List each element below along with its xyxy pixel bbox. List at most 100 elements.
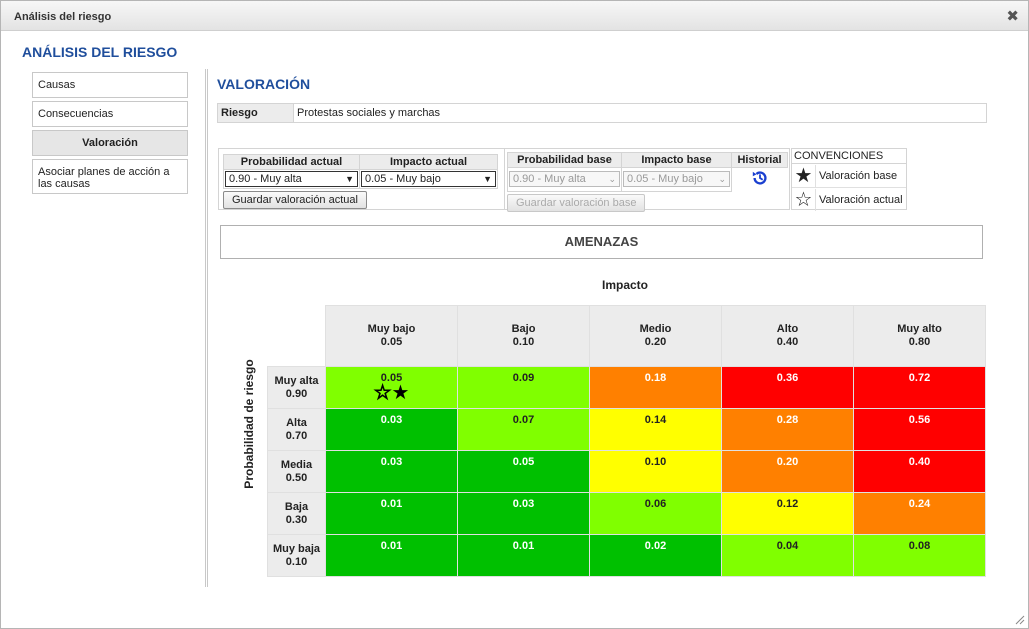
matrix-cell: 0.40 bbox=[853, 450, 986, 493]
probability-row-header: Muy baja 0.10 bbox=[267, 534, 326, 577]
matrix-cell: 0.06 bbox=[589, 492, 722, 535]
matrix-cell: 0.03 bbox=[325, 408, 458, 451]
risk-value: Protestas sociales y marchas bbox=[297, 107, 441, 119]
matrix-cell-value: 0.72 bbox=[908, 372, 931, 384]
probability-row-value: 0.30 bbox=[285, 513, 308, 526]
probability-row-name: Muy baja bbox=[272, 542, 321, 555]
sidebar-item-consecuencias[interactable]: Consecuencias bbox=[32, 101, 188, 127]
matrix-cell: 0.24 bbox=[853, 492, 986, 535]
matrix-cell-value: 0.18 bbox=[644, 372, 667, 384]
matrix-cell: 0.04 bbox=[721, 534, 854, 577]
analysis-window: Análisis del riesgo ✖ ANÁLISIS DEL RIESG… bbox=[0, 0, 1029, 629]
valuation-markers: ☆★ bbox=[327, 382, 456, 404]
matrix-cell: 0.18 bbox=[589, 366, 722, 409]
matrix-cell-value: 0.03 bbox=[380, 414, 403, 426]
risk-label: Riesgo bbox=[218, 104, 294, 122]
matrix-cell: 0.10 bbox=[589, 450, 722, 493]
matrix-row: Muy baja 0.10 0.01 0.01 0.02 0.04 0.08 bbox=[267, 534, 986, 577]
matrix-cell: 0.02 bbox=[589, 534, 722, 577]
star-filled-icon: ★ bbox=[792, 164, 816, 187]
conventions-box: CONVENCIONES ★ Valoración base ☆ Valorac… bbox=[791, 148, 907, 211]
current-probability-header: Probabilidad actual bbox=[223, 154, 360, 170]
impact-column-header: Medio 0.20 bbox=[589, 305, 722, 367]
close-icon[interactable]: ✖ bbox=[1006, 7, 1019, 25]
chevron-down-icon: ⌄ bbox=[718, 173, 726, 184]
matrix-cell: 0.28 bbox=[721, 408, 854, 451]
matrix-cell-value: 0.20 bbox=[776, 456, 799, 468]
save-current-valuation-button[interactable]: Guardar valoración actual bbox=[223, 191, 367, 209]
probability-row-header: Muy alta 0.90 bbox=[267, 366, 326, 409]
star-filled-icon: ★ bbox=[391, 382, 410, 404]
matrix-cell-value: 0.36 bbox=[776, 372, 799, 384]
impact-column-header: Bajo 0.10 bbox=[457, 305, 590, 367]
matrix-cell: 0.56 bbox=[853, 408, 986, 451]
chevron-down-icon: ▼ bbox=[483, 174, 492, 184]
current-probability-value: 0.90 - Muy alta bbox=[229, 173, 302, 185]
probability-row-value: 0.70 bbox=[285, 429, 308, 442]
impact-column-value: 0.80 bbox=[908, 336, 931, 348]
resize-handle-icon[interactable] bbox=[1015, 615, 1025, 625]
matrix-cell: 0.08 bbox=[853, 534, 986, 577]
history-icon[interactable] bbox=[751, 169, 769, 190]
sidebar-item-planes-accion[interactable]: Asociar planes de acción a las causas bbox=[32, 159, 188, 194]
matrix-cell: 0.05 bbox=[457, 450, 590, 493]
impact-column-header: Muy alto 0.80 bbox=[853, 305, 986, 367]
current-probability-select[interactable]: 0.90 - Muy alta ▼ bbox=[225, 171, 358, 187]
matrix-cell: 0.14 bbox=[589, 408, 722, 451]
matrix-cell: 0.07 bbox=[457, 408, 590, 451]
page-title: ANÁLISIS DEL RIESGO bbox=[22, 44, 178, 60]
impact-column-header: Muy bajo 0.05 bbox=[325, 305, 458, 367]
matrix-cell-value: 0.14 bbox=[644, 414, 667, 426]
matrix-cell-value: 0.04 bbox=[776, 540, 799, 552]
matrix-cell-value: 0.10 bbox=[644, 456, 667, 468]
matrix-cell: 0.05 ☆★ bbox=[325, 366, 458, 409]
matrix-cell-value: 0.28 bbox=[776, 414, 799, 426]
matrix-cell: 0.09 bbox=[457, 366, 590, 409]
star-outline-icon: ☆ bbox=[792, 189, 816, 211]
risk-row: Riesgo Protestas sociales y marchas bbox=[217, 103, 987, 123]
current-impact-select[interactable]: 0.05 - Muy bajo ▼ bbox=[361, 171, 496, 187]
history-header: Historial bbox=[731, 152, 788, 168]
probability-row-name: Muy alta bbox=[274, 374, 319, 387]
probability-row-name: Alta bbox=[286, 416, 307, 429]
matrix-row: Alta 0.70 0.03 0.07 0.14 0.28 0.56 bbox=[267, 408, 986, 451]
impact-column-value: 0.05 bbox=[380, 336, 403, 348]
impact-column-value: 0.20 bbox=[644, 336, 667, 348]
current-valuation-group: Probabilidad actual Impacto actual 0.90 … bbox=[223, 154, 498, 209]
probability-row-value: 0.90 bbox=[285, 387, 308, 400]
matrix-cell-value: 0.07 bbox=[512, 414, 535, 426]
matrix-row: Muy alta 0.90 0.05 ☆★ 0.09 0.18 0.36 0.72 bbox=[267, 366, 986, 409]
matrix-cell: 0.72 bbox=[853, 366, 986, 409]
matrix-cell: 0.03 bbox=[325, 450, 458, 493]
impact-axis-title: Impacto bbox=[602, 278, 649, 292]
window-titlebar[interactable]: Análisis del riesgo ✖ bbox=[1, 1, 1028, 31]
probability-row-name: Baja bbox=[284, 500, 309, 513]
matrix-row: Media 0.50 0.03 0.05 0.10 0.20 0.40 bbox=[267, 450, 986, 493]
probability-row-value: 0.50 bbox=[285, 471, 308, 484]
base-impact-select: 0.05 - Muy bajo ⌄ bbox=[623, 171, 730, 188]
probability-row-header: Baja 0.30 bbox=[267, 492, 326, 535]
impact-column-name: Alto bbox=[776, 323, 799, 335]
sidebar-item-causas[interactable]: Causas bbox=[32, 72, 188, 98]
sidebar-item-valoracion[interactable]: Valoración bbox=[32, 130, 188, 156]
matrix-cell: 0.36 bbox=[721, 366, 854, 409]
matrix-cell-value: 0.06 bbox=[644, 498, 667, 510]
matrix-cell: 0.03 bbox=[457, 492, 590, 535]
matrix-cell-value: 0.05 bbox=[512, 456, 535, 468]
sidebar: Causas Consecuencias Valoración Asociar … bbox=[32, 72, 188, 197]
impact-column-name: Muy bajo bbox=[367, 323, 416, 335]
valuation-panel: Probabilidad actual Impacto actual 0.90 … bbox=[218, 148, 790, 212]
matrix-cell-value: 0.02 bbox=[644, 540, 667, 552]
section-title: VALORACIÓN bbox=[217, 76, 311, 92]
matrix-cell-value: 0.24 bbox=[908, 498, 931, 510]
chevron-down-icon: ⌄ bbox=[608, 173, 616, 184]
matrix-cell-value: 0.01 bbox=[380, 498, 403, 510]
convention-actual-label: Valoración actual bbox=[819, 194, 903, 206]
impact-column-name: Bajo bbox=[511, 323, 536, 335]
conventions-title: CONVENCIONES bbox=[792, 149, 906, 164]
impact-column-name: Muy alto bbox=[897, 323, 942, 335]
matrix-cell-value: 0.08 bbox=[908, 540, 931, 552]
panel-divider bbox=[504, 149, 505, 209]
matrix-cell-value: 0.01 bbox=[512, 540, 535, 552]
impact-column-name: Medio bbox=[639, 323, 672, 335]
